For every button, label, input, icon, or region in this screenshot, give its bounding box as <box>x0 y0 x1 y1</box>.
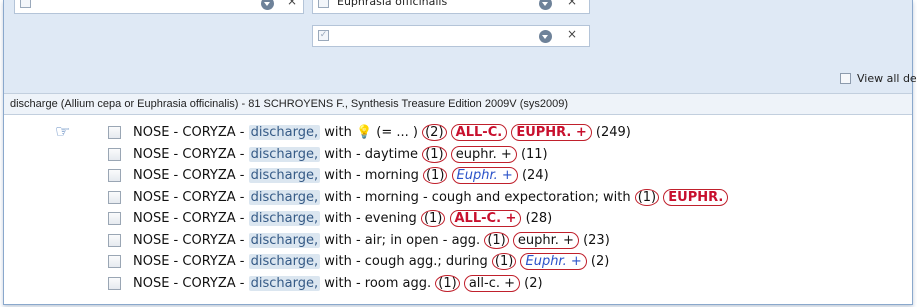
view-all-checkbox[interactable] <box>840 73 851 84</box>
lightbulb-icon: 💡 <box>355 125 373 140</box>
remedy-abbreviation: ALL-C. + <box>449 210 522 227</box>
rubric-text[interactable]: NOSE - CORYZA - discharge, with - daytim… <box>133 144 548 165</box>
rubric-crossref: (= ... ) <box>372 125 423 140</box>
view-all-option[interactable]: View all de <box>840 72 917 85</box>
rubric-path: NOSE - CORYZA - <box>133 125 249 140</box>
rubric-total-count: (28) <box>525 211 553 226</box>
remedy-count: (1) <box>420 210 446 227</box>
rubric-path: NOSE - CORYZA - <box>133 189 249 205</box>
rubric-total-count: (24) <box>521 168 549 183</box>
rubric-checkbox[interactable] <box>108 126 121 139</box>
rubric-keyword-highlight: discharge, <box>248 275 321 291</box>
rubric-row[interactable]: NOSE - CORYZA - discharge, with - cough … <box>4 251 912 273</box>
rubric-path: NOSE - CORYZA - <box>133 254 249 269</box>
remedy-count: (1) <box>484 231 509 249</box>
rubric-row[interactable]: ☞ NOSE - CORYZA - discharge, with 💡 (= ..… <box>4 122 912 144</box>
rubric-total-count: (2) <box>524 275 543 291</box>
remedy-abbreviation: ALL-C. <box>450 124 508 141</box>
rubric-qualifier: with <box>320 125 356 140</box>
remedy-abbreviation: EUPHR. <box>663 188 729 206</box>
remedy-abbreviation: Euphr. + <box>451 167 518 184</box>
remedy-count: (2) <box>422 124 447 141</box>
remedy-abbreviation: EUPHR. + <box>511 124 592 141</box>
rubric-checkbox[interactable] <box>108 276 121 290</box>
repertory-window: × Euphrasia officinalis × ✓ × View all d… <box>3 0 917 305</box>
remedy-count: (1) <box>634 188 660 206</box>
rubric-path: NOSE - CORYZA - <box>133 168 249 183</box>
remedy-count: (1) <box>422 145 447 163</box>
rubric-row[interactable]: NOSE - CORYZA - discharge, with - air; i… <box>4 230 912 252</box>
rubric-checkbox[interactable] <box>108 147 121 161</box>
rubric-total-count: (2) <box>590 254 610 269</box>
rubric-summary-bar: discharge (Allium cepa or Euphrasia offi… <box>4 93 912 115</box>
rubric-qualifier: with - morning <box>320 168 423 183</box>
rubric-keyword-highlight: discharge, <box>248 146 321 162</box>
close-icon[interactable]: × <box>567 27 577 41</box>
rubric-list: ☞ NOSE - CORYZA - discharge, with 💡 (= ..… <box>4 122 912 294</box>
rubric-checkbox[interactable] <box>108 233 121 247</box>
rubric-text[interactable]: NOSE - CORYZA - discharge, with 💡 (= ...… <box>133 122 631 143</box>
close-icon[interactable]: × <box>567 0 577 8</box>
rubric-keyword-highlight: discharge, <box>248 125 321 140</box>
remedy-filter-3-checkbox[interactable]: ✓ <box>318 30 329 41</box>
rubric-qualifier: with - evening <box>320 211 421 226</box>
remedy-filter-2-value: Euphrasia officinalis <box>337 0 448 8</box>
remedy-abbreviation: euphr. + <box>512 231 579 249</box>
rubric-checkbox[interactable] <box>108 212 121 225</box>
rubric-text[interactable]: NOSE - CORYZA - discharge, with - cough … <box>133 251 609 272</box>
chevron-down-icon[interactable] <box>539 0 552 10</box>
rubric-qualifier: with - daytime <box>320 146 423 162</box>
rubric-keyword-highlight: discharge, <box>248 254 321 269</box>
remedy-count: (1) <box>435 274 460 292</box>
rubric-text[interactable]: NOSE - CORYZA - discharge, with - air; i… <box>133 230 610 251</box>
rubric-keyword-highlight: discharge, <box>248 211 321 226</box>
rubric-checkbox[interactable] <box>108 190 121 204</box>
rubric-qualifier: with - cough agg.; during <box>320 254 492 269</box>
chevron-down-icon[interactable] <box>539 30 552 43</box>
rubric-path: NOSE - CORYZA - <box>133 146 249 162</box>
rubric-row[interactable]: NOSE - CORYZA - discharge, with - evenin… <box>4 208 912 230</box>
rubric-text[interactable]: NOSE - CORYZA - discharge, with - room a… <box>133 273 543 294</box>
close-icon[interactable]: × <box>287 0 297 8</box>
rubric-text[interactable]: NOSE - CORYZA - discharge, with - mornin… <box>133 165 549 186</box>
pointing-hand-icon: ☞ <box>55 122 71 142</box>
remedy-abbreviation: Euphr. + <box>520 253 587 270</box>
rubric-row[interactable]: NOSE - CORYZA - discharge, with - mornin… <box>4 187 912 209</box>
rubric-total-count: (11) <box>520 146 548 162</box>
filter-panel: × Euphrasia officinalis × ✓ × View all d… <box>4 0 917 93</box>
view-all-label: View all de <box>857 72 917 85</box>
remedy-count: (1) <box>491 253 517 270</box>
rubric-checkbox[interactable] <box>108 169 121 182</box>
rubric-path: NOSE - CORYZA - <box>133 275 249 291</box>
rubric-row[interactable]: NOSE - CORYZA - discharge, with - room a… <box>4 273 912 295</box>
remedy-abbreviation: all-c. + <box>463 274 521 292</box>
rubric-path: NOSE - CORYZA - <box>133 211 249 226</box>
remedy-count: (1) <box>422 167 448 184</box>
rubric-keyword-highlight: discharge, <box>248 189 321 205</box>
rubric-keyword-highlight: discharge, <box>248 232 321 248</box>
rubric-row[interactable]: NOSE - CORYZA - discharge, with - daytim… <box>4 144 912 166</box>
remedy-filter-3[interactable]: ✓ × <box>312 25 590 47</box>
rubric-total-count: (23) <box>583 232 610 248</box>
remedy-abbreviation: euphr. + <box>450 145 517 163</box>
rubric-row[interactable]: NOSE - CORYZA - discharge, with - mornin… <box>4 165 912 187</box>
rubric-text[interactable]: NOSE - CORYZA - discharge, with - evenin… <box>133 208 552 229</box>
remedy-filter-2[interactable]: Euphrasia officinalis × <box>312 0 590 14</box>
rubric-qualifier: with - air; in open - agg. <box>320 232 485 248</box>
rubric-qualifier: with - morning - cough and expectoration… <box>320 189 635 205</box>
remedy-filter-2-checkbox[interactable] <box>318 0 329 8</box>
chevron-down-icon[interactable] <box>261 0 274 10</box>
remedy-filter-1[interactable]: × <box>14 0 304 14</box>
rubric-path: NOSE - CORYZA - <box>133 232 249 248</box>
rubric-text[interactable]: NOSE - CORYZA - discharge, with - mornin… <box>133 187 729 208</box>
rubric-keyword-highlight: discharge, <box>248 168 321 183</box>
rubric-checkbox[interactable] <box>108 255 121 268</box>
rubric-total-count: (249) <box>595 125 631 140</box>
remedy-filter-1-checkbox[interactable] <box>20 0 31 8</box>
rubric-qualifier: with - room agg. <box>320 275 436 291</box>
